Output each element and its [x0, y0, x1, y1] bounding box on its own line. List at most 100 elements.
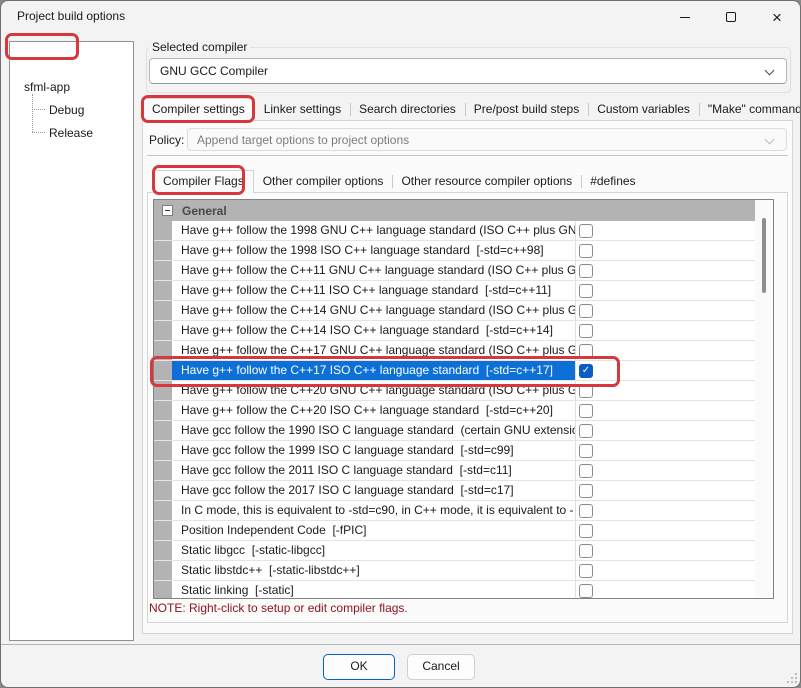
- flag-checkbox[interactable]: [579, 564, 593, 578]
- flag-row[interactable]: Static libgcc [-static-libgcc]: [154, 541, 755, 561]
- bottom-divider: [1, 644, 801, 645]
- row-gutter: [154, 221, 172, 240]
- flag-row[interactable]: Have g++ follow the C++14 ISO C++ langua…: [154, 321, 755, 341]
- flag-row[interactable]: Have g++ follow the C++11 GNU C++ langua…: [154, 261, 755, 281]
- compiler-select-value: GNU GCC Compiler: [160, 64, 268, 78]
- flag-label: Have g++ follow the 1998 GNU C++ languag…: [172, 221, 576, 240]
- flag-row[interactable]: Have gcc follow the 2017 ISO C language …: [154, 481, 755, 501]
- tab-custom-variables[interactable]: Custom variables: [588, 98, 699, 121]
- flag-checkbox[interactable]: [579, 224, 593, 238]
- flag-row[interactable]: Have g++ follow the C++20 GNU C++ langua…: [154, 381, 755, 401]
- flag-label: Have g++ follow the C++11 GNU C++ langua…: [172, 261, 576, 280]
- flag-row[interactable]: In C mode, this is equivalent to -std=c9…: [154, 501, 755, 521]
- row-gutter: [154, 361, 172, 380]
- tab-make-commands[interactable]: "Make" commands: [699, 98, 801, 121]
- flag-checkbox-cell: [576, 321, 755, 340]
- flag-checkbox-cell: ✓: [576, 361, 755, 380]
- minimize-icon: [680, 17, 690, 18]
- chevron-down-icon: [765, 135, 775, 145]
- minimize-button[interactable]: [662, 1, 708, 33]
- flag-checkbox-cell: [576, 261, 755, 280]
- resize-grip[interactable]: [787, 681, 789, 683]
- compiler-flags-grid: General Have g++ follow the 1998 GNU C++…: [153, 199, 774, 599]
- flag-checkbox-cell: [576, 301, 755, 320]
- flag-checkbox[interactable]: [579, 324, 593, 338]
- flag-row[interactable]: Static linking [-static]: [154, 581, 755, 599]
- flag-row[interactable]: Have g++ follow the 1998 GNU C++ languag…: [154, 221, 755, 241]
- flag-checkbox[interactable]: [579, 504, 593, 518]
- main-tab-bar: Compiler settingsLinker settingsSearch d…: [142, 98, 801, 121]
- grid-scrollbar[interactable]: [755, 200, 773, 598]
- tab-pre-post-build-steps[interactable]: Pre/post build steps: [465, 98, 588, 121]
- compiler-select[interactable]: GNU GCC Compiler: [149, 58, 787, 84]
- tree-connector: [32, 132, 45, 133]
- row-gutter: [154, 461, 172, 480]
- flag-checkbox[interactable]: [579, 384, 593, 398]
- flag-checkbox[interactable]: [579, 444, 593, 458]
- tree-item-release[interactable]: Release: [49, 126, 93, 140]
- flag-row[interactable]: Have g++ follow the C++17 GNU C++ langua…: [154, 341, 755, 361]
- window-title: Project build options: [17, 9, 125, 23]
- subtab-compiler-flags[interactable]: Compiler Flags: [153, 170, 254, 193]
- row-gutter: [154, 381, 172, 400]
- close-button[interactable]: ×: [754, 1, 800, 33]
- flag-checkbox[interactable]: [579, 584, 593, 598]
- flag-label: Have gcc follow the 1990 ISO C language …: [172, 421, 576, 440]
- flag-checkbox[interactable]: [579, 524, 593, 538]
- separator-line: [147, 155, 788, 157]
- flag-checkbox[interactable]: [579, 484, 593, 498]
- flag-row[interactable]: Have gcc follow the 2011 ISO C language …: [154, 461, 755, 481]
- flag-checkbox[interactable]: ✓: [579, 364, 593, 378]
- subtab-other-compiler-options[interactable]: Other compiler options: [254, 170, 393, 193]
- flag-checkbox-cell: [576, 421, 755, 440]
- flag-row[interactable]: Have g++ follow the C++11 ISO C++ langua…: [154, 281, 755, 301]
- row-gutter: [154, 441, 172, 460]
- flag-checkbox-cell: [576, 461, 755, 480]
- ok-button[interactable]: OK: [323, 654, 395, 680]
- flag-checkbox[interactable]: [579, 244, 593, 258]
- flag-checkbox-cell: [576, 481, 755, 500]
- flag-row[interactable]: Have g++ follow the C++20 ISO C++ langua…: [154, 401, 755, 421]
- subtab-defines[interactable]: #defines: [581, 170, 644, 193]
- selected-compiler-label: Selected compiler: [149, 40, 250, 54]
- flag-row[interactable]: Have g++ follow the C++14 GNU C++ langua…: [154, 301, 755, 321]
- flag-row[interactable]: Have gcc follow the 1990 ISO C language …: [154, 421, 755, 441]
- tab-search-directories[interactable]: Search directories: [350, 98, 465, 121]
- flag-checkbox[interactable]: [579, 304, 593, 318]
- flag-label: Have g++ follow the C++14 GNU C++ langua…: [172, 301, 576, 320]
- flag-checkbox[interactable]: [579, 344, 593, 358]
- flag-checkbox[interactable]: [579, 284, 593, 298]
- close-icon: ×: [772, 9, 782, 26]
- subtab-other-resource-compiler-options[interactable]: Other resource compiler options: [392, 170, 581, 193]
- maximize-button[interactable]: [708, 1, 754, 33]
- flag-checkbox-cell: [576, 521, 755, 540]
- flag-row[interactable]: Have g++ follow the 1998 ISO C++ languag…: [154, 241, 755, 261]
- collapse-icon[interactable]: [162, 205, 173, 216]
- flag-row[interactable]: Have gcc follow the 1999 ISO C language …: [154, 441, 755, 461]
- flag-checkbox-cell: [576, 501, 755, 520]
- flag-checkbox-cell: [576, 541, 755, 560]
- flag-label: Have g++ follow the 1998 ISO C++ languag…: [172, 241, 576, 260]
- row-gutter: [154, 401, 172, 420]
- row-gutter: [154, 581, 172, 599]
- category-label: General: [182, 204, 227, 218]
- tab-linker-settings[interactable]: Linker settings: [255, 98, 350, 121]
- flag-checkbox[interactable]: [579, 404, 593, 418]
- tab-compiler-settings[interactable]: Compiler settings: [142, 98, 255, 121]
- flag-checkbox-cell: [576, 281, 755, 300]
- flag-checkbox[interactable]: [579, 464, 593, 478]
- row-gutter: [154, 421, 172, 440]
- flag-row[interactable]: Position Independent Code [-fPIC]: [154, 521, 755, 541]
- grid-scrollbar-thumb[interactable]: [762, 218, 766, 293]
- flag-checkbox-cell: [576, 401, 755, 420]
- cancel-button[interactable]: Cancel: [407, 654, 475, 680]
- flag-row[interactable]: Have g++ follow the C++17 ISO C++ langua…: [154, 361, 755, 381]
- flag-checkbox[interactable]: [579, 544, 593, 558]
- tree-item-project[interactable]: sfml-app: [24, 80, 70, 94]
- flag-checkbox[interactable]: [579, 264, 593, 278]
- flag-checkbox[interactable]: [579, 424, 593, 438]
- project-build-options-dialog: Project build options × sfml-app Debug Re…: [0, 0, 801, 688]
- tree-item-debug[interactable]: Debug: [49, 103, 84, 117]
- row-gutter: [154, 301, 172, 320]
- flag-row[interactable]: Static libstdc++ [-static-libstdc++]: [154, 561, 755, 581]
